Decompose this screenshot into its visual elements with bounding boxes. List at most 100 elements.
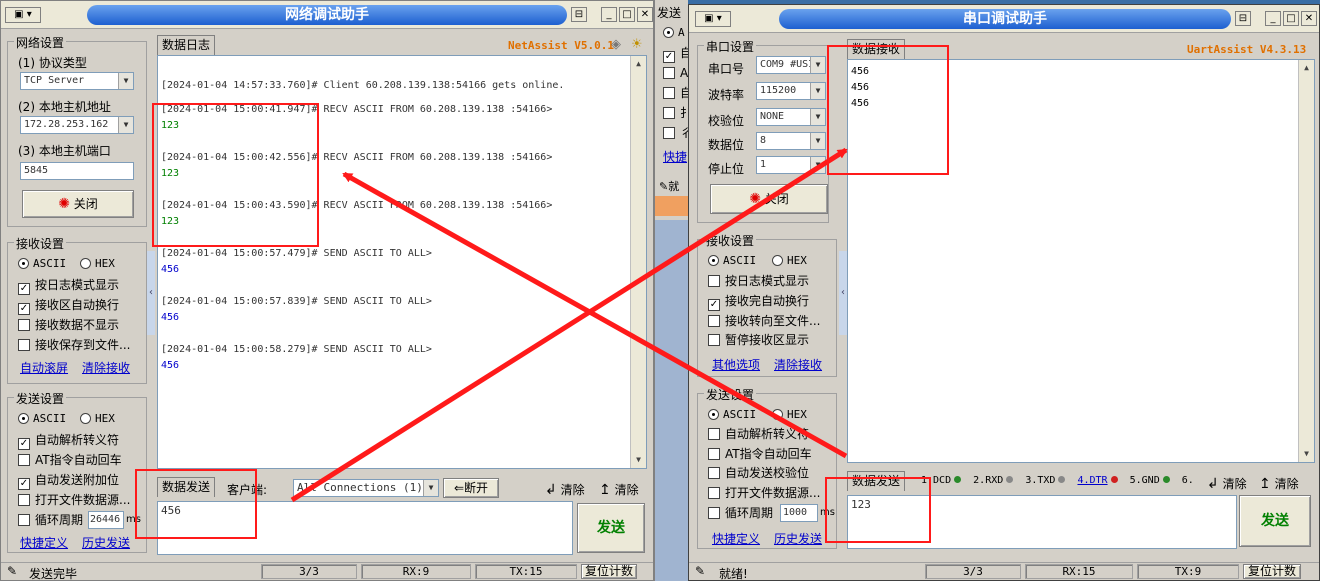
net-window-title: 网络调试助手 (87, 5, 567, 25)
diamond-icon[interactable]: ◈ (611, 37, 621, 52)
net-pin-icon[interactable]: ⊟ (571, 7, 587, 22)
net-send-ascii-radio[interactable]: ASCII (18, 412, 66, 426)
uart-baud-select[interactable]: 115200 ▼ (756, 82, 826, 100)
uart-send-input[interactable]: 123 (847, 495, 1237, 549)
uart-recv-scrollbar[interactable]: ▲ ▼ (1298, 60, 1314, 462)
uart-reset-count-button[interactable]: 复位计数 (1243, 564, 1301, 579)
uart-recv-autowrap-checkbox[interactable]: ✓ 接收完自动换行 (708, 294, 809, 311)
uart-close-button[interactable]: ✺ 关闭 (710, 184, 828, 214)
net-recv-hex-radio[interactable]: HEX (80, 257, 115, 271)
uart-at-cr-checkbox[interactable]: AT指令自动回车 (708, 447, 812, 461)
scroll-up-icon[interactable]: ▲ (631, 56, 646, 72)
net-quick-define-link[interactable]: 快捷定义 (20, 534, 68, 551)
uart-escape-checkbox[interactable]: 自动解析转义符 (708, 427, 809, 441)
uart-checksum-checkbox[interactable]: 自动发送校验位 (708, 466, 809, 480)
net-cycle-input[interactable]: 26446 (88, 511, 124, 529)
uart-cycle-input[interactable]: 1000 (780, 504, 818, 522)
uart-stopbits-select[interactable]: 1 ▼ (756, 156, 826, 174)
net-send-tab[interactable]: 数据发送 (157, 477, 216, 497)
strip-checkbox-3[interactable]: 自 (663, 86, 688, 100)
net-clear-send-button[interactable]: ↲ 清除 (545, 481, 585, 498)
net-history-send-link[interactable]: 历史发送 (82, 534, 130, 551)
uart-databits-select[interactable]: 8 ▼ (756, 132, 826, 150)
uart-history-send-link[interactable]: 历史发送 (774, 530, 822, 547)
strip-checkbox-4[interactable]: 扌 (663, 106, 688, 120)
host-select[interactable]: 172.28.253.162 ▼ (20, 116, 134, 134)
scroll-up-icon[interactable]: ▲ (1299, 60, 1314, 76)
net-file-source-checkbox[interactable]: 打开文件数据源... (18, 493, 130, 507)
net-send-button[interactable]: 发送 (577, 503, 645, 553)
net-append-bit-checkbox[interactable]: ✓ 自动发送附加位 (18, 473, 119, 490)
strip-checkbox-1[interactable]: ✓自 (663, 46, 688, 63)
disconnect-label: 断开 (464, 481, 489, 495)
uart-clear-send-button[interactable]: ↲ 清除 (1207, 475, 1247, 492)
uart-recv-to-file-checkbox[interactable]: 接收转向至文件... (708, 314, 820, 328)
strip-quick-link[interactable]: 快捷 (663, 148, 687, 165)
uart-send-tab[interactable]: 数据发送 (847, 471, 906, 491)
uart-quick-define-link[interactable]: 快捷定义 (712, 530, 760, 547)
net-escape-checkbox[interactable]: ✓ 自动解析转义符 (18, 433, 119, 450)
net-log-scrollbar[interactable]: ▲ ▼ (630, 56, 646, 468)
net-maximize-icon[interactable]: □ (619, 7, 635, 22)
uart-cycle-checkbox[interactable]: 循环周期 (708, 506, 773, 520)
uart-pin-icon[interactable]: ⊟ (1235, 11, 1251, 26)
net-recv-save-file-checkbox[interactable]: 接收保存到文件... (18, 338, 130, 352)
uart-recv-hex-radio[interactable]: HEX (772, 254, 807, 268)
protocol-select[interactable]: TCP Server ▼ (20, 72, 134, 90)
net-log-tab[interactable]: 数据日志 (157, 35, 216, 55)
net-status-bar: ✎ 发送完毕 3/3 RX:9 TX:15 复位计数 (1, 562, 653, 580)
net-system-menu-icon[interactable]: ▣ ▾ (5, 7, 41, 23)
uart-clear-count-button[interactable]: ↥ 清除 (1259, 475, 1299, 492)
signal-dtr[interactable]: 4.DTR (1077, 475, 1118, 486)
checkbox-empty-icon (18, 339, 30, 351)
uart-recv-ascii-radio[interactable]: ASCII (708, 254, 756, 268)
net-reset-count-button[interactable]: 复位计数 (581, 564, 637, 579)
uart-clear-recv-link[interactable]: 清除接收 (774, 356, 822, 373)
net-clear-recv-link[interactable]: 清除接收 (82, 359, 130, 376)
net-minimize-icon[interactable]: _ (601, 7, 617, 22)
port-input[interactable]: 5845 (20, 162, 134, 180)
uart-parity-select[interactable]: NONE ▼ (756, 108, 826, 126)
uart-close-icon[interactable]: ✕ (1301, 11, 1317, 26)
clear-label: 清除 (1274, 477, 1299, 491)
client-select[interactable]: All Connections (1) ▼ (293, 479, 439, 497)
uart-port-select[interactable]: COM9 #USI ▼ (756, 56, 826, 74)
uart-recv-log-mode-checkbox[interactable]: 按日志模式显示 (708, 274, 809, 288)
uart-recv-area[interactable]: 456 456 456 ▲ ▼ (847, 59, 1315, 463)
uart-collapse-panel-icon[interactable]: ‹ (839, 251, 847, 335)
net-cycle-checkbox[interactable]: 循环周期 (18, 513, 83, 527)
uart-send-ascii-radio[interactable]: ASCII (708, 408, 756, 422)
uart-system-menu-icon[interactable]: ▣ ▾ (695, 11, 731, 27)
disconnect-button[interactable]: ⇐断开 (443, 478, 499, 498)
signal-rxd: 2.RXD (973, 475, 1014, 486)
strip-checkbox-5[interactable]: 彳 (663, 126, 688, 140)
uart-minimize-icon[interactable]: _ (1265, 11, 1281, 26)
scroll-down-icon[interactable]: ▼ (1299, 446, 1314, 462)
uart-send-hex-radio[interactable]: HEX (772, 408, 807, 422)
bulb-icon[interactable]: ☀ (631, 37, 643, 52)
uart-send-button[interactable]: 发送 (1239, 495, 1311, 547)
uart-file-source-checkbox[interactable]: 打开文件数据源... (708, 486, 820, 500)
uart-maximize-icon[interactable]: □ (1283, 11, 1299, 26)
net-clear-count-button[interactable]: ↥ 清除 (599, 481, 639, 498)
net-send-input[interactable]: 456 (157, 501, 573, 555)
net-recv-log-mode-checkbox[interactable]: ✓ 按日志模式显示 (18, 278, 119, 295)
strip-checkbox-2[interactable]: A (663, 66, 688, 80)
strip-radio[interactable]: A (663, 26, 685, 40)
recv-line: 456 (851, 82, 870, 93)
net-recv-ascii-radio[interactable]: ASCII (18, 257, 66, 271)
net-log-area[interactable]: [2024-01-04 14:57:33.760]# Client 60.208… (157, 55, 647, 469)
scroll-down-icon[interactable]: ▼ (631, 452, 646, 468)
power-red-icon: ✺ (749, 191, 761, 207)
net-close-button[interactable]: ✺ 关闭 (22, 190, 134, 218)
uart-recv-pause-checkbox[interactable]: 暂停接收区显示 (708, 333, 809, 347)
collapse-panel-icon[interactable]: ‹ (147, 251, 155, 335)
uart-other-options-link[interactable]: 其他选项 (712, 356, 760, 373)
net-recv-hide-checkbox[interactable]: 接收数据不显示 (18, 318, 119, 332)
net-send-hex-radio[interactable]: HEX (80, 412, 115, 426)
net-at-cr-checkbox[interactable]: AT指令自动回车 (18, 453, 122, 467)
net-close-icon[interactable]: ✕ (637, 7, 653, 22)
auto-scroll-link[interactable]: 自动滚屏 (20, 359, 68, 376)
uart-recv-tab[interactable]: 数据接收 (847, 39, 906, 59)
net-recv-autowrap-checkbox[interactable]: ✓ 接收区自动换行 (18, 298, 119, 315)
